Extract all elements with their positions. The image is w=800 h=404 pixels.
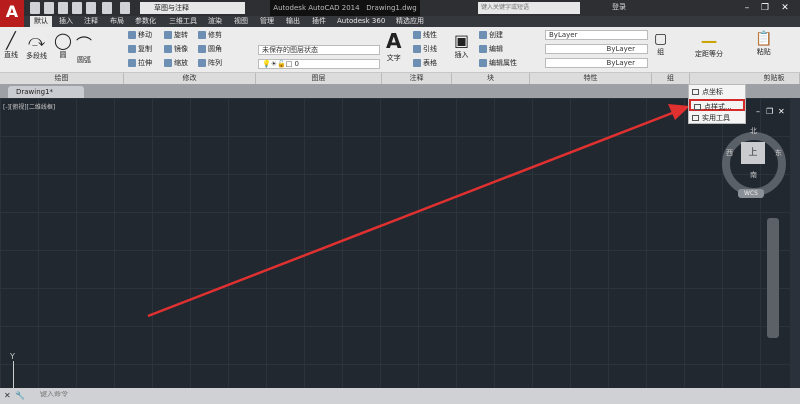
utilities-dropdown: 点坐标 点样式... 实用工具 [688,84,746,124]
point-coordinates-label: 点坐标 [702,88,723,96]
utilities-label: 实用工具 [702,114,730,122]
command-settings-icon[interactable]: 🔧 [15,391,25,400]
command-input[interactable] [40,391,240,398]
menu-item-utilities[interactable]: 实用工具 [689,112,745,124]
command-close-icon[interactable]: ✕ [4,391,11,400]
point-style-label: 点样式... [704,103,732,111]
menu-item-point-style[interactable]: 点样式... [689,99,745,111]
red-arrow [147,104,690,318]
utilities-icon [692,115,699,121]
point-style-icon [694,104,701,110]
point-coordinates-icon [692,89,699,95]
menu-item-point-coordinates[interactable]: 点坐标 [689,86,745,98]
